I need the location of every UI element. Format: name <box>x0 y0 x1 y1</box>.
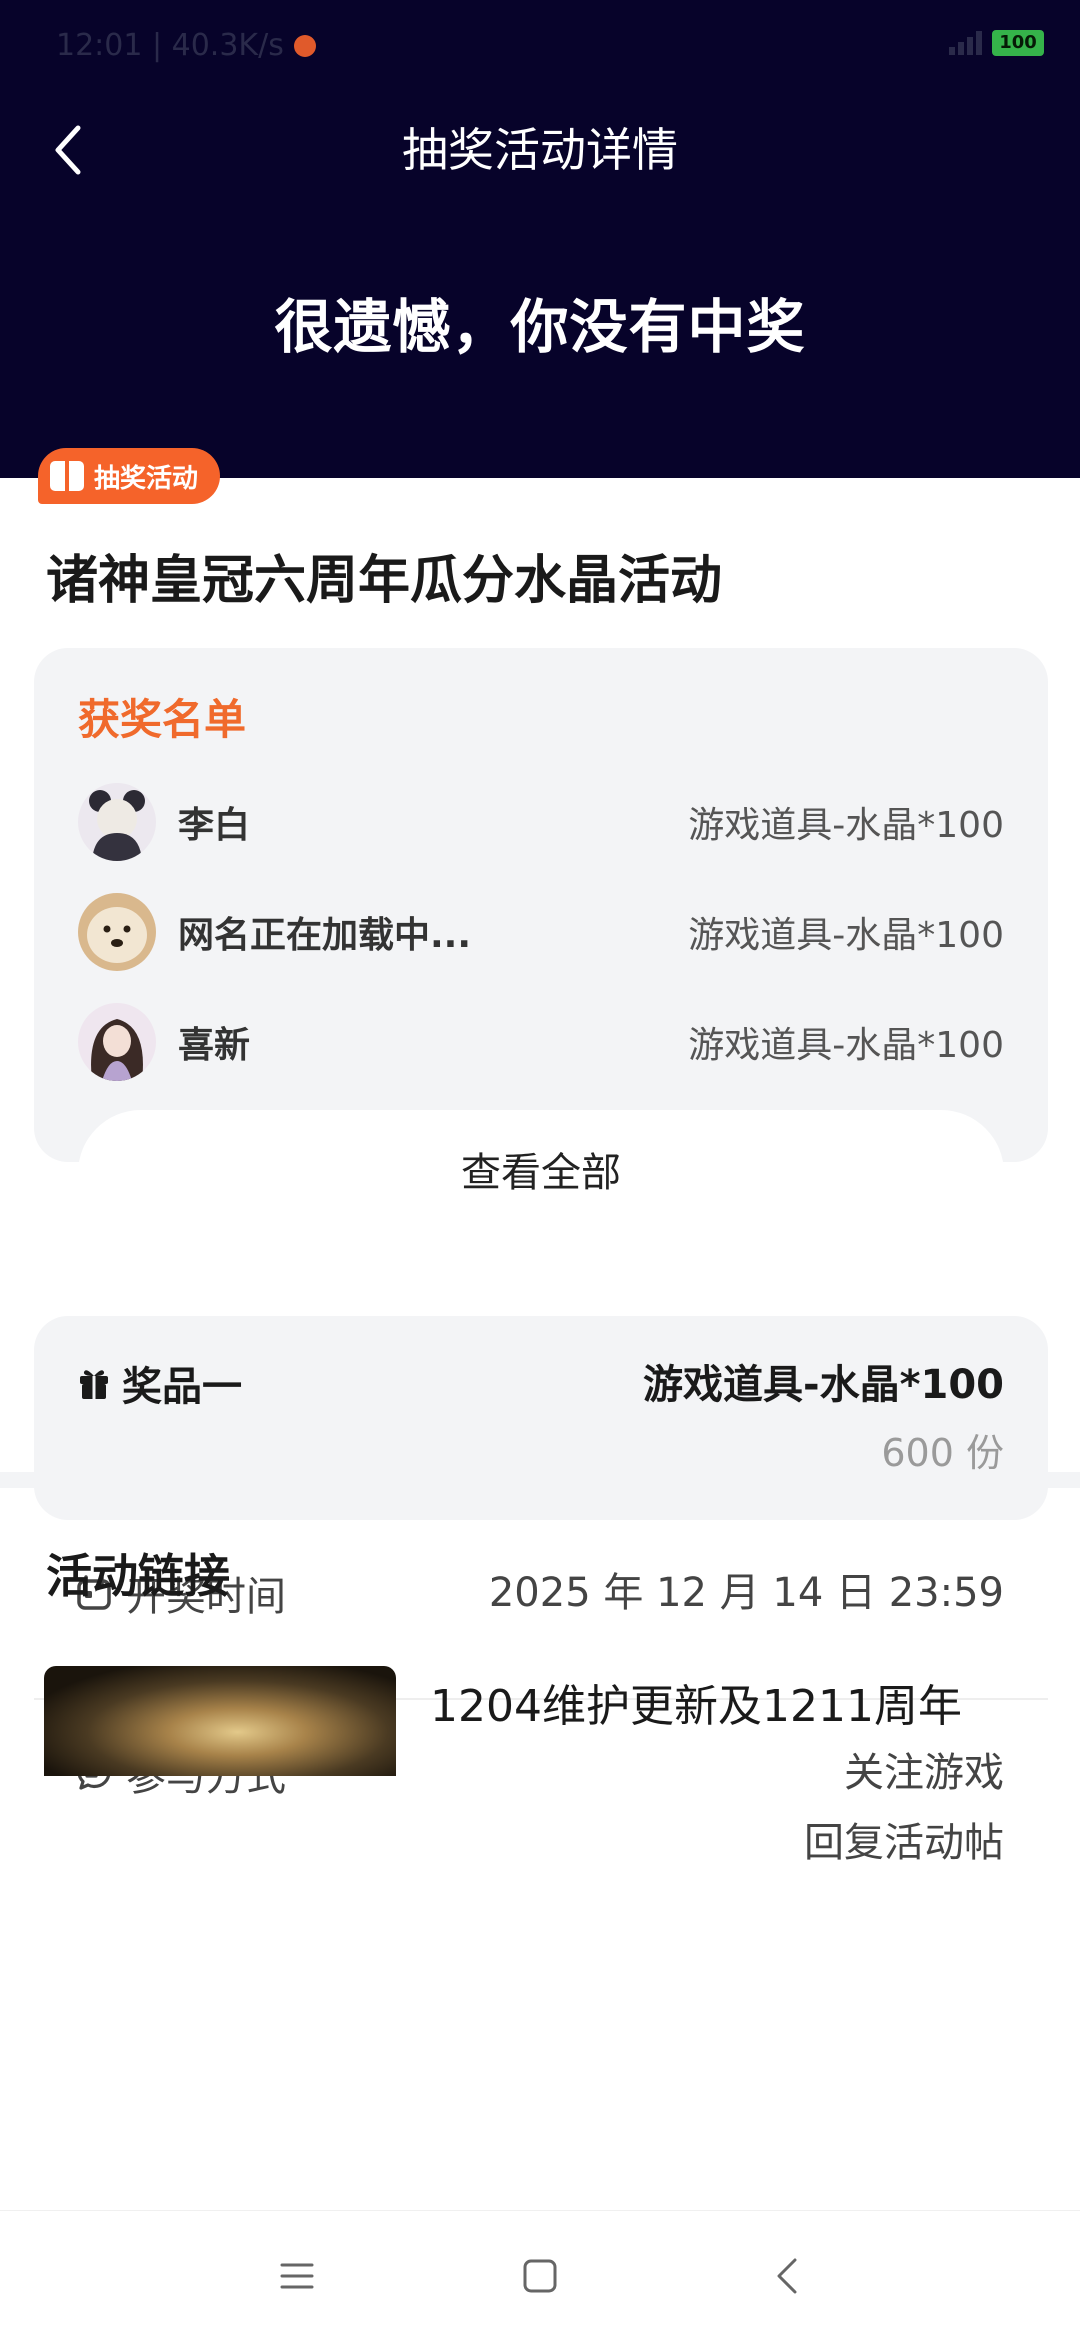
home-icon <box>523 2259 557 2293</box>
winner-name: 李白 <box>178 805 251 846</box>
winner-prize: 游戏道具-水晶*100 <box>688 1025 1004 1066</box>
status-time: 12:01 | 40.3K/s <box>56 28 316 63</box>
prize-label-group: 奖品一 <box>78 1354 242 1412</box>
winner-row[interactable]: 李白 游戏道具-水晶*100 <box>78 782 1004 862</box>
header: 12:01 | 40.3K/s 100 抽奖活动详情 很遗憾，你没有中奖 <box>0 0 1080 478</box>
signal-icon <box>949 31 982 55</box>
winners-card: 获奖名单 李白 游戏道具-水晶*100 网名正在加载中... 游戏道具-水晶*1… <box>34 648 1048 1236</box>
activity-tag-label: 抽奖活动 <box>94 463 199 494</box>
prize-count: 600 份 <box>881 1431 1004 1475</box>
home-button[interactable] <box>505 2241 575 2311</box>
back-button[interactable] <box>36 118 100 182</box>
winner-prize: 游戏道具-水晶*100 <box>688 915 1004 956</box>
menu-icon <box>280 2263 314 2289</box>
section-divider <box>0 1472 1080 1488</box>
participation-method: 回复活动帖 <box>804 1820 1004 1866</box>
chevron-left-icon <box>777 2258 797 2294</box>
link-thumbnail[interactable] <box>44 1666 396 1776</box>
winners-title: 获奖名单 <box>78 695 247 744</box>
gift-icon <box>80 1370 108 1399</box>
status-time-text: 12:01 | 40.3K/s <box>56 28 284 63</box>
winner-name: 喜新 <box>178 1025 251 1066</box>
chevron-left-icon <box>55 125 81 175</box>
system-back-button[interactable] <box>752 2241 822 2311</box>
prize-label: 奖品一 <box>122 1364 242 1410</box>
link-title[interactable]: 1204维护更新及1211周年 <box>430 1670 962 1734</box>
draw-time-value: 2025 年 12 月 14 日 23:59 <box>488 1570 1004 1616</box>
winner-row[interactable]: 网名正在加载中... 游戏道具-水晶*100 <box>78 892 1004 972</box>
result-message: 很遗憾，你没有中奖 <box>274 293 806 361</box>
participation-method: 关注游戏 <box>844 1750 1004 1796</box>
winner-row[interactable]: 喜新 游戏道具-水晶*100 <box>78 1002 1004 1082</box>
links-title: 活动链接 <box>46 1549 230 1603</box>
avatar <box>78 783 156 861</box>
status-indicators: 100 <box>949 30 1044 56</box>
winner-prize: 游戏道具-水晶*100 <box>688 805 1004 846</box>
menu-button[interactable] <box>262 2241 332 2311</box>
notification-icon <box>293 34 316 57</box>
status-bar: 12:01 | 40.3K/s 100 <box>0 0 1080 96</box>
winner-name: 网名正在加载中... <box>178 915 472 956</box>
avatar <box>78 1003 156 1081</box>
system-nav-bar <box>0 2210 1080 2340</box>
avatar <box>78 893 156 971</box>
nav-bar: 抽奖活动详情 <box>0 110 1080 190</box>
gift-icon <box>50 461 84 491</box>
battery-icon: 100 <box>992 30 1044 56</box>
participation-values: 关注游戏 回复活动帖 <box>804 1738 1004 1878</box>
activity-title: 诸神皇冠六周年瓜分水晶活动 <box>46 551 723 611</box>
page-title: 抽奖活动详情 <box>402 123 678 177</box>
prize-name: 游戏道具-水晶*100 <box>642 1362 1004 1408</box>
view-all-button[interactable]: 查看全部 <box>78 1110 1004 1236</box>
activity-tag: 抽奖活动 <box>38 448 221 504</box>
prize-card: 奖品一 游戏道具-水晶*100 600 份 <box>34 1316 1048 1520</box>
